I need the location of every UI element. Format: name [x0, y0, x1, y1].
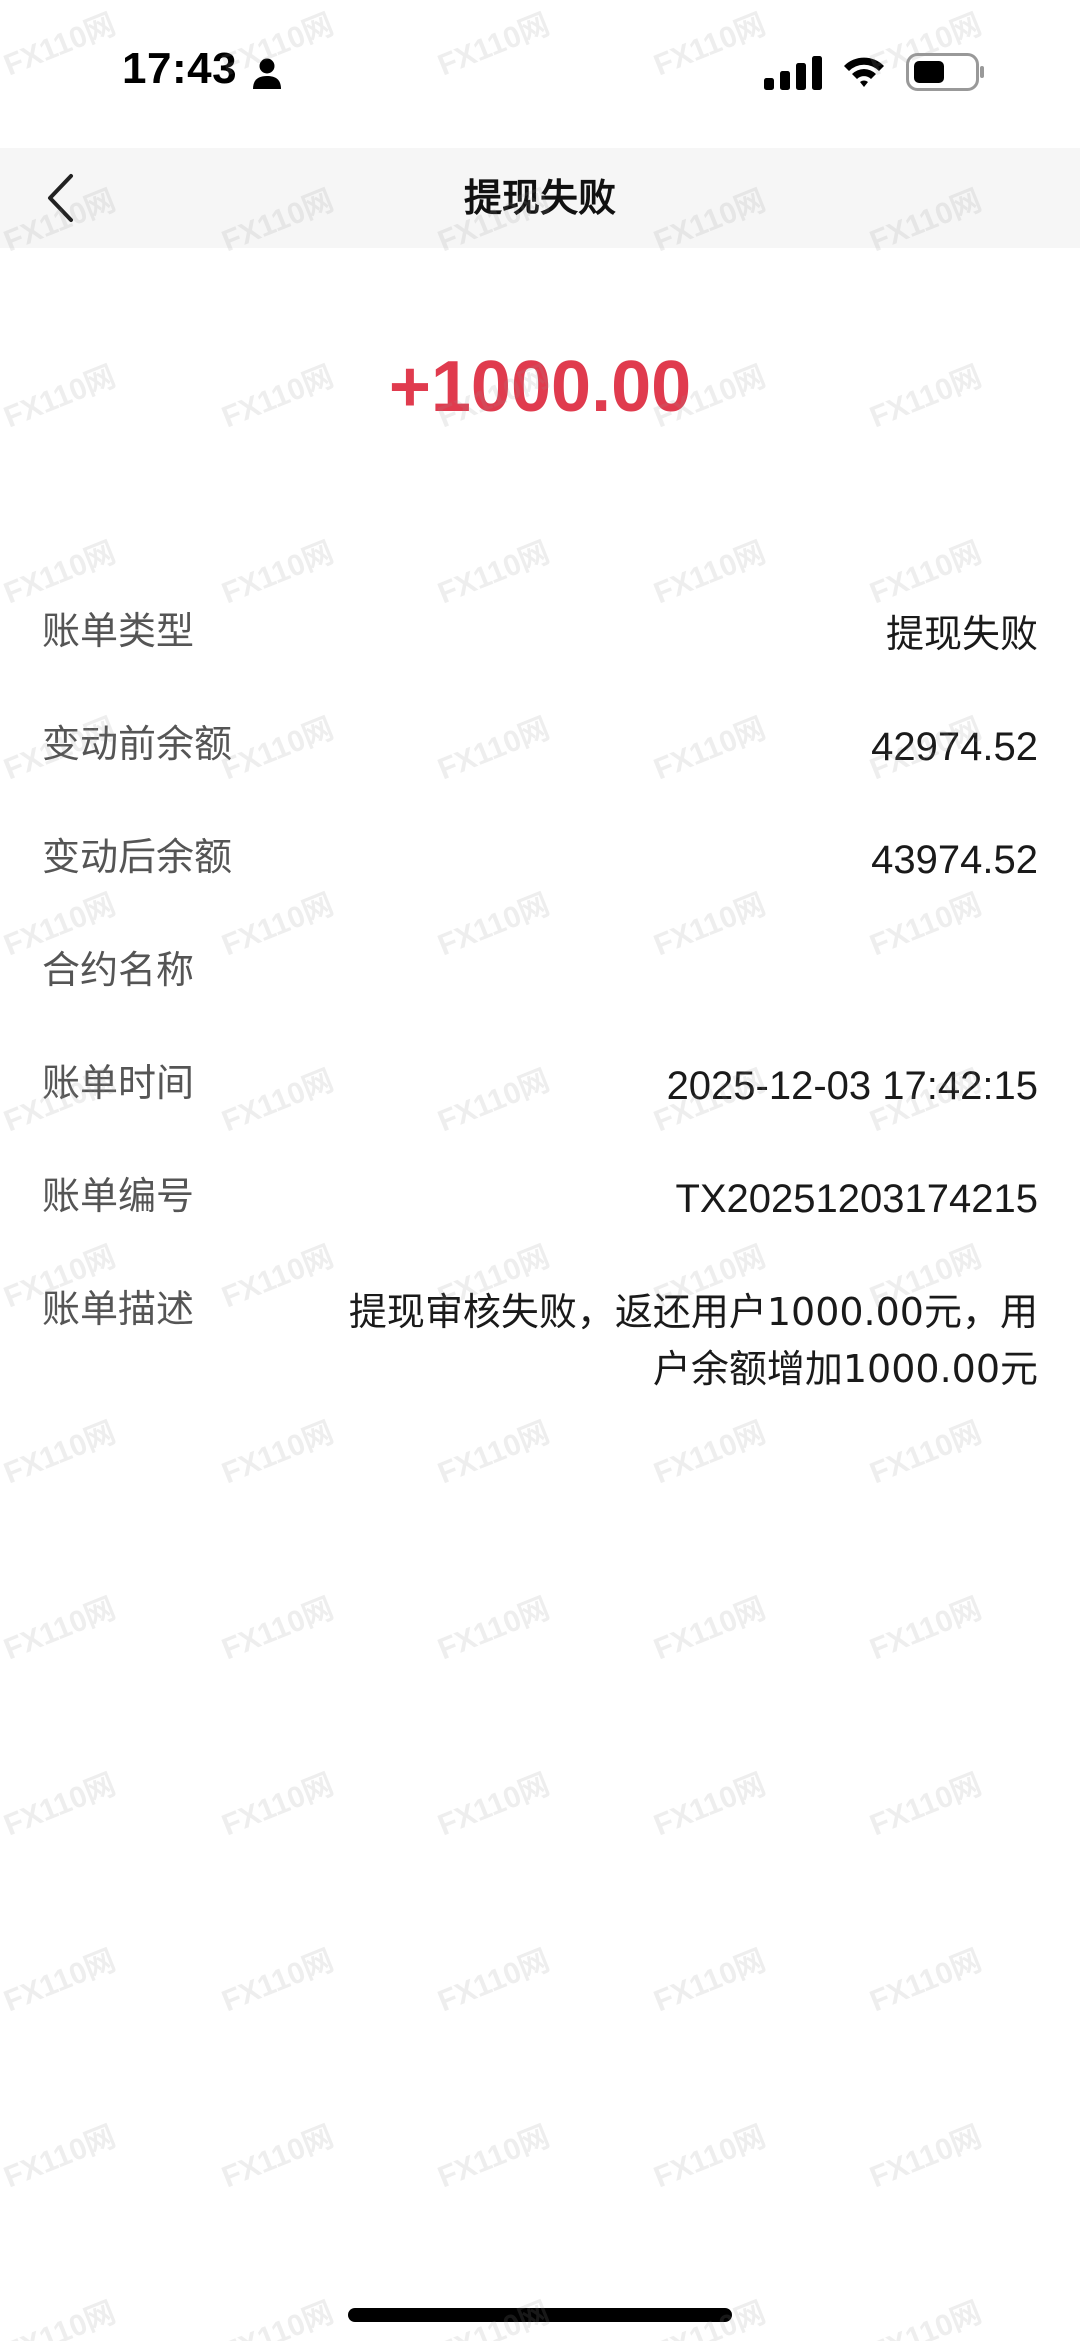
detail-row-description: 账单描述 提现审核失败，返还用户1000.00元，用户余额增加1000.00元	[42, 1272, 1038, 1398]
detail-value: 43974.52	[871, 838, 1038, 882]
detail-value: 提现审核失败，返还用户1000.00元，用户余额增加1000.00元	[348, 1290, 1038, 1391]
watermark: FX110网	[649, 1768, 770, 1843]
watermark: FX110网	[0, 2296, 120, 2341]
watermark: FX110网	[217, 1768, 338, 1843]
status-time: 17:43	[122, 44, 238, 93]
watermark: FX110网	[865, 1592, 986, 1667]
watermark: FX110网	[649, 1592, 770, 1667]
page-title: 提现失败	[463, 176, 616, 220]
watermark: FX110网	[865, 2120, 986, 2195]
amount-display: +1000.00	[388, 347, 692, 427]
watermark: FX110网	[865, 1768, 986, 1843]
back-button[interactable]	[20, 158, 100, 238]
detail-label: 账单时间	[42, 1061, 195, 1105]
detail-row-balance-before: 变动前余额 42974.52	[42, 707, 1038, 820]
nav-bar: 提现失败	[0, 148, 1080, 248]
detail-label: 账单编号	[42, 1174, 195, 1218]
watermark: FX110网	[433, 1768, 554, 1843]
watermark: FX110网	[433, 1944, 554, 2019]
battery-icon	[906, 53, 984, 91]
watermark: FX110网	[0, 2120, 120, 2195]
detail-value: 42974.52	[871, 725, 1038, 769]
watermark: FX110网	[217, 2296, 338, 2341]
wifi-icon	[844, 57, 884, 87]
watermark: FX110网	[865, 1416, 986, 1491]
watermark: FX110网	[0, 1944, 120, 2019]
detail-row-contract-name: 合约名称	[42, 933, 1038, 1046]
watermark: FX110网	[0, 1768, 120, 1843]
person-icon	[253, 58, 281, 89]
detail-row-type: 账单类型 提现失败	[42, 594, 1038, 707]
watermark: FX110网	[649, 2120, 770, 2195]
watermark: FX110网	[433, 1592, 554, 1667]
status-bar: 17:43	[0, 0, 1080, 148]
watermark: FX110网	[0, 1592, 120, 1667]
detail-label: 账单描述	[42, 1287, 195, 1331]
watermark: FX110网	[649, 1416, 770, 1491]
watermark: FX110网	[217, 1592, 338, 1667]
watermark: FX110网	[433, 1416, 554, 1491]
detail-row-balance-after: 变动后余额 43974.52	[42, 820, 1038, 933]
detail-row-bill-number: 账单编号 TX20251203174215	[42, 1159, 1038, 1272]
bill-details: 账单类型 提现失败 变动前余额 42974.52 变动后余额 43974.52 …	[42, 594, 1038, 1398]
watermark: FX110网	[217, 1416, 338, 1491]
detail-label: 变动后余额	[42, 835, 233, 879]
detail-row-time: 账单时间 2025-12-03 17:42:15	[42, 1046, 1038, 1159]
detail-label: 变动前余额	[42, 722, 233, 766]
detail-label: 合约名称	[42, 948, 195, 992]
watermark: FX110网	[0, 1416, 120, 1491]
withdraw-failed-screen: 17:43 提现失败 +1000.00 账单类型 提现失败 变动前余额 4297…	[0, 0, 1080, 2341]
watermark: FX110网	[217, 1944, 338, 2019]
detail-value: 2025-12-03 17:42:15	[666, 1064, 1038, 1108]
cellular-signal-icon	[764, 56, 822, 90]
detail-label: 账单类型	[42, 609, 195, 653]
watermark: FX110网	[649, 1944, 770, 2019]
chevron-left-icon	[48, 174, 73, 222]
watermark: FX110网	[865, 1944, 986, 2019]
home-indicator[interactable]	[348, 2308, 732, 2322]
detail-value: 提现失败	[885, 612, 1038, 656]
watermark: FX110网	[865, 2296, 986, 2341]
detail-value: TX20251203174215	[675, 1177, 1038, 1221]
watermark: FX110网	[433, 2120, 554, 2195]
watermark: FX110网	[217, 2120, 338, 2195]
